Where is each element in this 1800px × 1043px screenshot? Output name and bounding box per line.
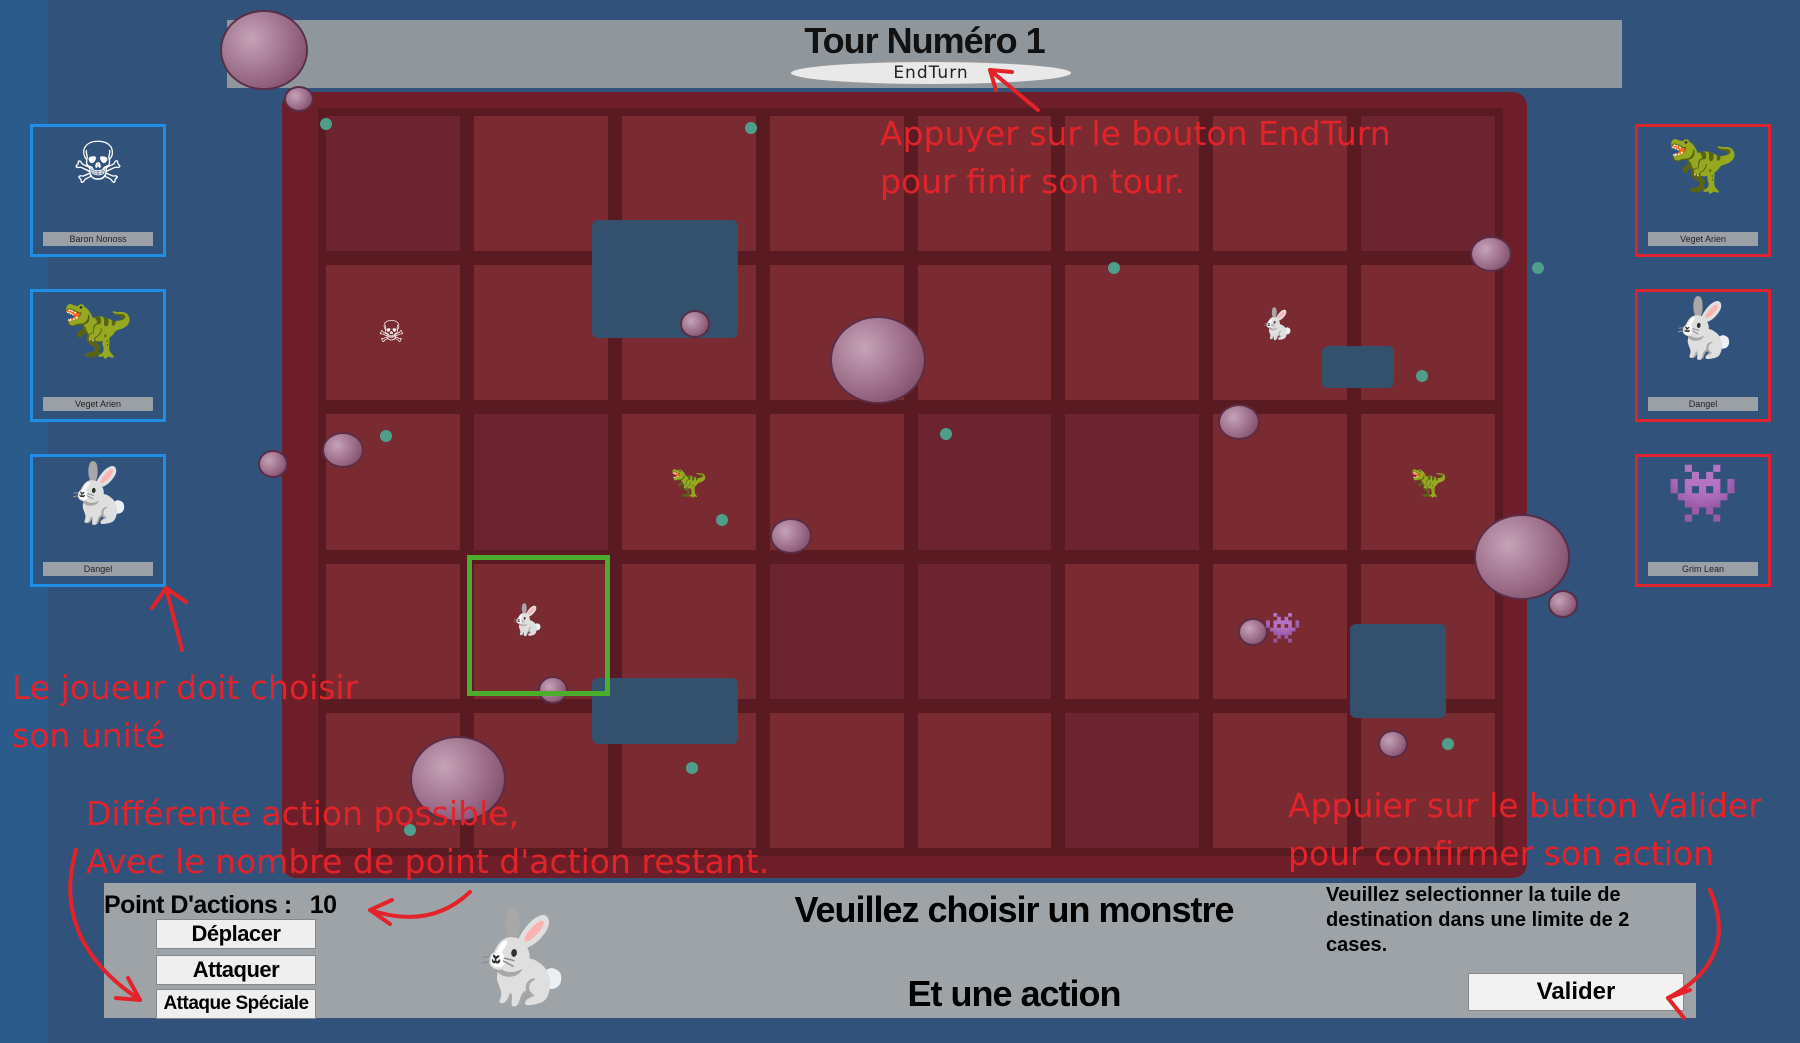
arrow-to-validate <box>1666 888 1721 1000</box>
annotation-arrows <box>68 68 1721 1020</box>
